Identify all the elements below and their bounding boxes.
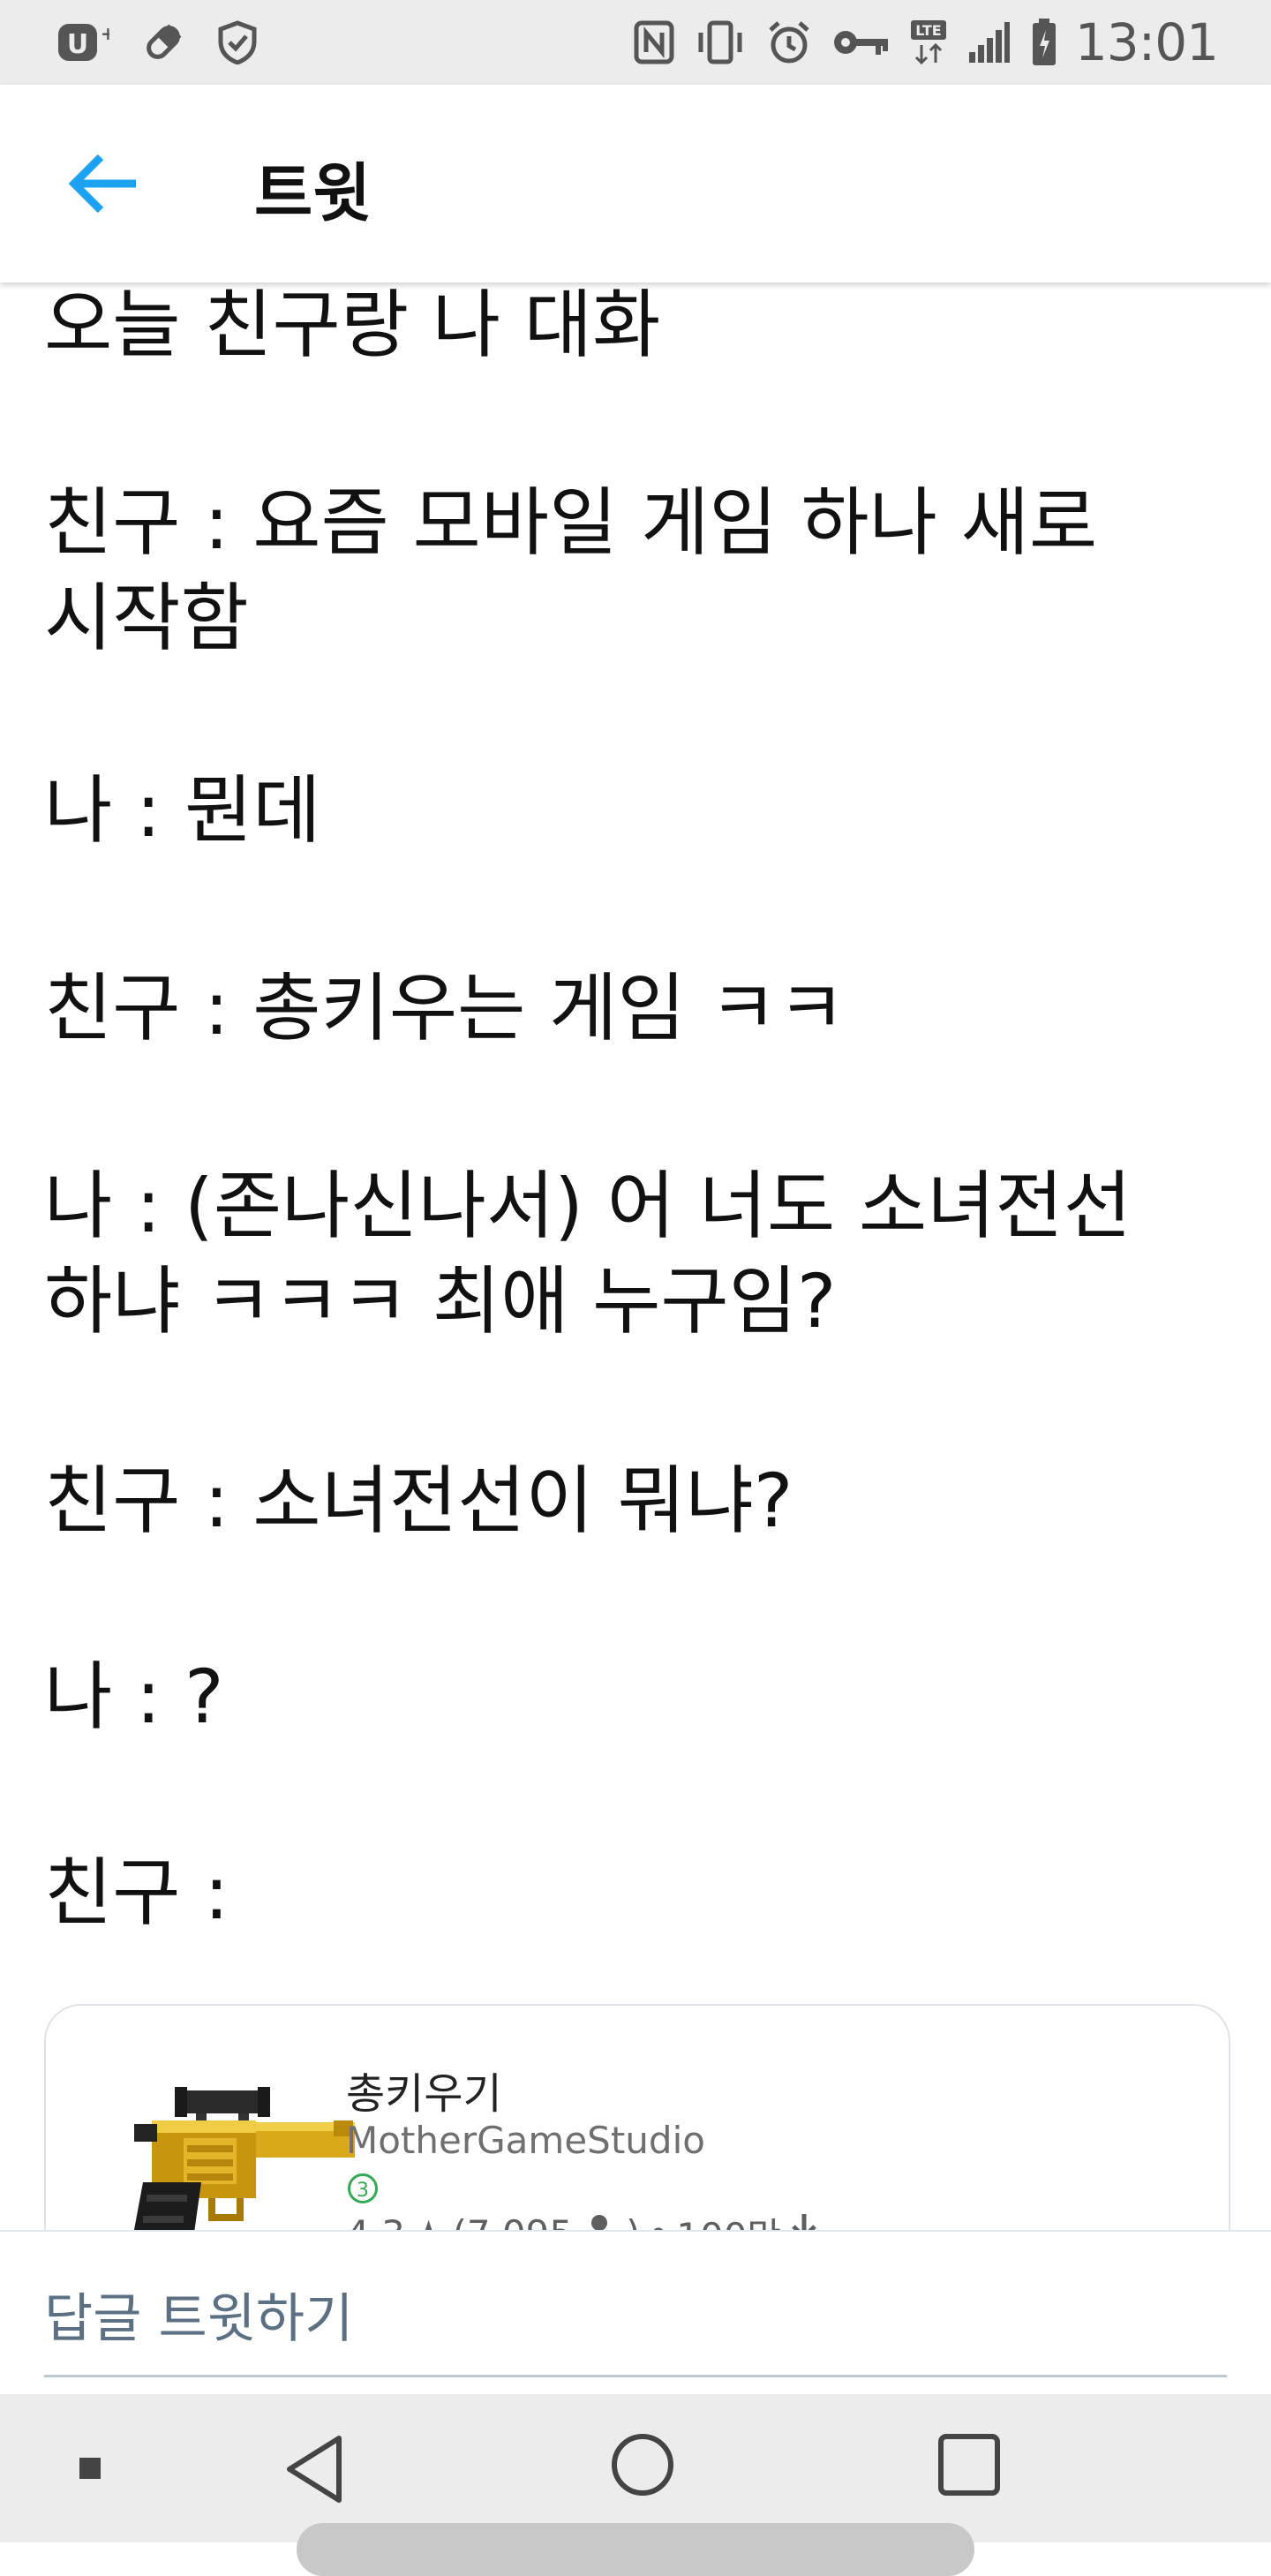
square-overview-icon bbox=[938, 2434, 1000, 2496]
tweet-line: 오늘 친구랑 나 대화 bbox=[44, 282, 661, 368]
download-icon bbox=[788, 2212, 820, 2230]
alarm-icon bbox=[766, 19, 812, 65]
app-link-card[interactable]: 총키우기 MotherGameStudio 3 4.3 ★ (7,095 ) •… bbox=[44, 2004, 1230, 2230]
back-button[interactable] bbox=[62, 148, 150, 219]
uplus-icon: U + bbox=[56, 20, 109, 64]
tweet-line: 친구 : 소녀전선이 뭐냐? bbox=[44, 1457, 793, 1544]
reply-bar: 답글 트윗하기 bbox=[0, 2230, 1271, 2396]
tweet-line: 나 : ? bbox=[44, 1653, 224, 1740]
tweet-detail: 오늘 친구랑 나 대화 친구 : 요즘 모바일 게임 하나 새로 시작함 나 :… bbox=[0, 282, 1271, 2230]
arrow-left-icon bbox=[68, 154, 136, 214]
system-nav-bar bbox=[0, 2394, 1271, 2576]
reply-input[interactable]: 답글 트윗하기 bbox=[44, 2276, 353, 2353]
reply-input-underline bbox=[44, 2375, 1227, 2377]
vibrate-icon bbox=[694, 20, 747, 64]
review-count-close: ) bbox=[626, 2212, 640, 2230]
nav-overview-button[interactable] bbox=[934, 2429, 1004, 2500]
recent-dot-button[interactable] bbox=[74, 2452, 106, 2484]
star-icon: ★ bbox=[412, 2212, 446, 2230]
nav-back-button[interactable] bbox=[281, 2429, 351, 2509]
triangle-back-icon bbox=[287, 2436, 342, 2503]
circle-home-icon bbox=[612, 2434, 673, 2496]
clock: 13:01 bbox=[1074, 12, 1219, 72]
separator-dot: • bbox=[647, 2212, 669, 2230]
page-title: 트윗 bbox=[254, 156, 372, 230]
golden-revolver-icon bbox=[125, 2085, 355, 2230]
key-icon bbox=[831, 25, 890, 60]
shield-icon bbox=[217, 20, 258, 64]
review-count: (7,095 bbox=[452, 2212, 573, 2230]
download-count: 100만 bbox=[676, 2207, 781, 2230]
lte-icon: LTE bbox=[909, 19, 948, 66]
app-rating: 4.3 bbox=[346, 2212, 405, 2230]
app-title: 총키우기 bbox=[346, 2069, 502, 2119]
square-dot-icon bbox=[79, 2458, 101, 2479]
tweet-line: 친구 : 총키우는 게임 ㅋㅋ bbox=[44, 965, 846, 1051]
app-stats: 4.3 ★ (7,095 ) • 100만 bbox=[346, 2207, 827, 2230]
signal-icon bbox=[967, 20, 1012, 64]
tweet-line: 나 : 뭔데 bbox=[44, 767, 321, 854]
svg-text:+: + bbox=[101, 23, 109, 44]
tweet-line: 친구 : 요즘 모바일 게임 하나 새로 bbox=[44, 479, 1098, 566]
pill-icon bbox=[141, 20, 185, 64]
tweet-line: 나 : (존나신나서) 어 너도 소녀전선 bbox=[44, 1163, 1132, 1249]
battery-icon bbox=[1031, 18, 1057, 67]
nav-home-button[interactable] bbox=[607, 2429, 678, 2500]
tweet-line: 하냐 ㅋㅋㅋ 최애 누구임? bbox=[44, 1258, 837, 1344]
status-left: U + bbox=[56, 20, 290, 64]
svg-text:U: U bbox=[67, 29, 88, 60]
nfc-icon bbox=[634, 20, 674, 64]
app-header: 트윗 bbox=[0, 85, 1271, 282]
svg-text:LTE: LTE bbox=[915, 22, 941, 39]
app-developer: MotherGameStudio bbox=[346, 2119, 705, 2162]
person-icon bbox=[580, 2212, 619, 2230]
status-right: LTE 13:01 bbox=[614, 12, 1219, 72]
status-bar: U + LTE 13:01 bbox=[0, 0, 1271, 85]
gesture-handle[interactable] bbox=[297, 2523, 974, 2576]
tweet-line: 시작함 bbox=[44, 575, 249, 661]
age-rating-badge: 3 bbox=[348, 2173, 378, 2203]
tweet-line: 친구 : bbox=[44, 1849, 229, 1936]
